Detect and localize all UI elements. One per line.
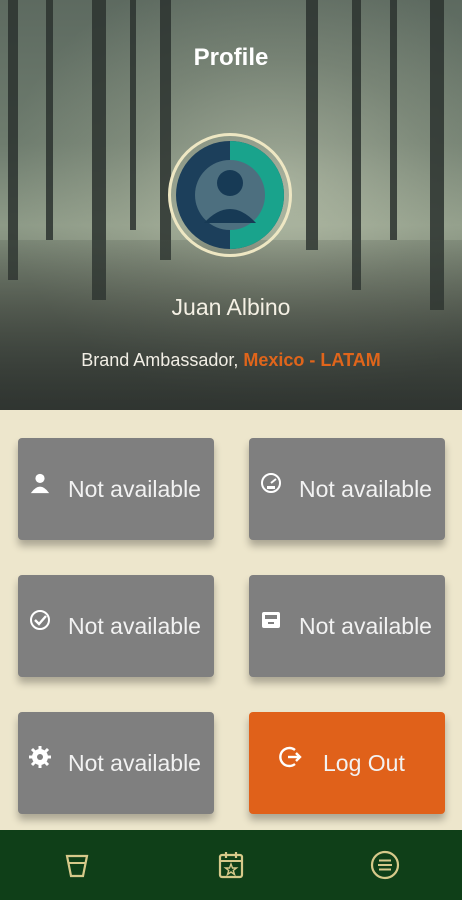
check-circle-icon: [24, 604, 56, 636]
logout-icon: [275, 741, 307, 773]
tile-label: Not available: [68, 749, 201, 776]
forest-floor: [0, 240, 462, 410]
avatar[interactable]: [168, 133, 292, 257]
user-region: Mexico - LATAM: [243, 350, 381, 370]
profile-header: Profile Juan Albino Brand Ambassador, Me…: [0, 0, 462, 410]
tile-label: Not available: [68, 612, 201, 639]
nav-cup-button[interactable]: [57, 845, 97, 885]
tile-inbox[interactable]: Not available: [249, 575, 445, 677]
tree: [46, 0, 53, 240]
tree: [306, 0, 318, 250]
nav-calendar-button[interactable]: [211, 845, 251, 885]
bottom-nav: [0, 830, 462, 900]
tree: [390, 0, 397, 240]
tile-profile-info[interactable]: Not available: [18, 438, 214, 540]
tile-label: Not available: [299, 612, 432, 639]
user-role-line: Brand Ambassador, Mexico - LATAM: [0, 350, 462, 371]
gear-icon: [24, 741, 56, 773]
tile-label: Not available: [68, 475, 201, 502]
tile-label: Not available: [299, 475, 432, 502]
tile-speedometer[interactable]: Not available: [249, 438, 445, 540]
logout-button[interactable]: Log Out: [249, 712, 445, 814]
tile-settings[interactable]: Not available: [18, 712, 214, 814]
menu-circle-icon: [370, 850, 400, 880]
calendar-star-icon: [218, 852, 244, 879]
user-name: Juan Albino: [171, 294, 291, 320]
speedometer-icon: [255, 467, 287, 499]
cup-icon: [65, 854, 89, 878]
tree: [130, 0, 136, 230]
tree: [8, 0, 18, 280]
tile-check[interactable]: Not available: [18, 575, 214, 677]
inbox-icon: [255, 604, 287, 636]
user-avatar-icon: [176, 141, 284, 249]
tree: [160, 0, 171, 260]
tile-label: Log Out: [323, 749, 405, 776]
nav-menu-button[interactable]: [365, 845, 405, 885]
person-icon: [24, 467, 56, 499]
page-title: Profile: [193, 44, 269, 71]
user-role: Brand Ambassador,: [81, 350, 239, 370]
